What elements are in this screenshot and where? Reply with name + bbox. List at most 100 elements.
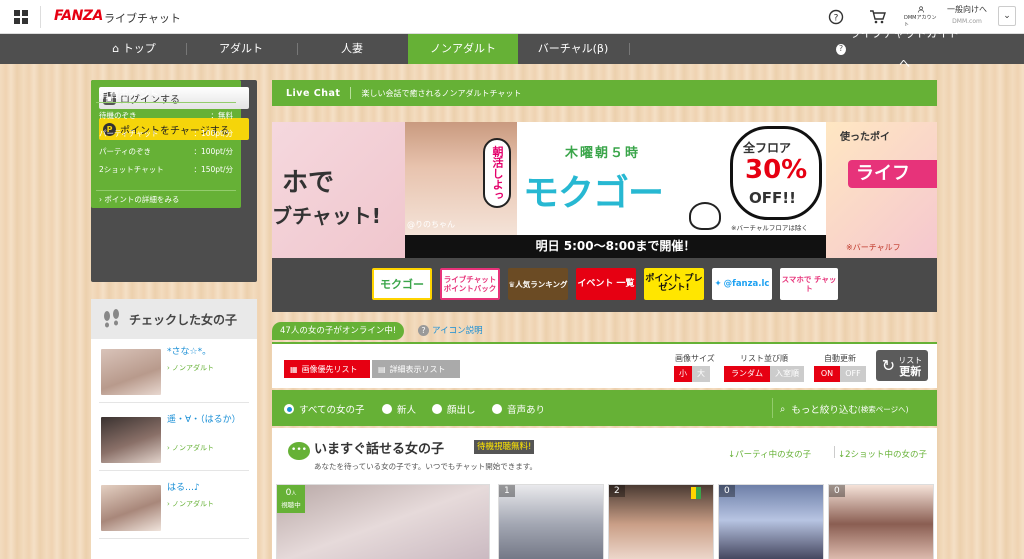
jump-twoshot-link[interactable]: ↓2ショット中の女の子 bbox=[838, 448, 927, 460]
svg-text:?: ? bbox=[834, 14, 839, 24]
grid-menu-icon[interactable] bbox=[14, 10, 28, 24]
list-icon: ▤ bbox=[378, 364, 386, 374]
shortcut-twitter[interactable]: ✦ @fanza.lc bbox=[712, 268, 772, 300]
search-icon: ⌕ bbox=[780, 403, 786, 415]
nav-adult[interactable]: アダルト bbox=[186, 34, 296, 64]
refresh-icon: ↻ bbox=[881, 356, 896, 375]
question-icon: ? bbox=[836, 43, 847, 55]
girl-card[interactable]: 0 bbox=[828, 484, 934, 559]
girl-card[interactable]: 0 bbox=[718, 484, 824, 559]
sort-random[interactable]: ランダム bbox=[724, 366, 770, 382]
girl-category: › ノンアダルト bbox=[167, 364, 215, 372]
caret-right-icon: › bbox=[99, 195, 102, 204]
image-size-large[interactable]: 大 bbox=[692, 366, 710, 382]
banner-next[interactable]: 使ったポイ ライフ ※バーチャルフ bbox=[826, 122, 937, 258]
question-icon: ? bbox=[418, 324, 429, 336]
nav-top[interactable]: ⌂ トップ bbox=[96, 34, 172, 64]
girl-thumbnail bbox=[101, 485, 161, 531]
points-row: 待機のぞき ：無料 bbox=[99, 111, 233, 120]
auto-update-on[interactable]: ON bbox=[814, 366, 840, 382]
user-icon bbox=[917, 6, 925, 13]
checked-header: チェックした女の子 bbox=[91, 299, 257, 339]
live-chat-bar: Live Chat 楽しい会話で癒されるノンアダルトチャット bbox=[272, 80, 937, 106]
checked-item[interactable]: はる…♪ › ノンアダルト bbox=[99, 479, 249, 539]
help-icon[interactable]: ? bbox=[824, 6, 848, 28]
view-image-priority[interactable]: ▦ 画像優先リスト bbox=[284, 360, 370, 378]
nav-guide[interactable]: ? ライブチャットガイドへ bbox=[836, 27, 960, 70]
available-now-title: いますぐ話せる女の子 bbox=[314, 442, 445, 457]
icon-help-link[interactable]: ? アイコン説明 bbox=[418, 324, 483, 336]
grid-icon: ▦ bbox=[290, 364, 298, 374]
radio-icon bbox=[432, 404, 442, 414]
shortcut-pointback[interactable]: ライブチャット ポイントバック bbox=[440, 268, 500, 300]
points-detail-link[interactable]: › ポイントの詳細をみる bbox=[99, 194, 179, 205]
girl-thumbnail bbox=[101, 417, 161, 463]
free-view-tag: 待機視聴無料! bbox=[474, 440, 535, 454]
checked-item[interactable]: *さな☆*。 › ノンアダルト bbox=[99, 343, 249, 403]
available-now-section: ••• いますぐ話せる女の子 待機視聴無料! あなたを待っている女の子です。いつ… bbox=[272, 428, 937, 559]
points-row: パーティチャット ：100pt/分 bbox=[99, 129, 233, 138]
viewer-count: 2 bbox=[609, 485, 625, 497]
girl-card[interactable]: 2 bbox=[608, 484, 714, 559]
viewer-count: 0人 視聴中 bbox=[277, 485, 305, 513]
crown-icon: ♛ bbox=[508, 279, 516, 289]
chicken-illustration bbox=[689, 202, 721, 230]
twitter-icon: ✦ bbox=[714, 278, 722, 289]
shortcut-point-present[interactable]: ポイント プレゼント! bbox=[644, 268, 704, 300]
live-chat-subtitle: 楽しい会話で癒されるノンアダルトチャット bbox=[361, 88, 522, 98]
filter-all[interactable]: すべての女の子 bbox=[284, 402, 364, 416]
checked-girls-panel: チェックした女の子 *さな☆*。 › ノンアダルト 遥・∀・（はるか） › ノン… bbox=[91, 299, 257, 559]
filter-voice[interactable]: 音声あり bbox=[492, 402, 545, 416]
radio-checked-icon bbox=[284, 404, 294, 414]
girl-photo bbox=[277, 485, 489, 559]
girl-card[interactable]: 1 bbox=[498, 484, 604, 559]
checked-item[interactable]: 遥・∀・（はるか） › ノンアダルト bbox=[99, 411, 249, 471]
view-detail[interactable]: ▤ 詳細表示リスト bbox=[372, 360, 460, 378]
list-controls: ▦ 画像優先リスト ▤ 詳細表示リスト 画像サイズ 小 大 リスト並び順 ランダム … bbox=[272, 342, 937, 388]
chevron-down-icon[interactable]: ⌄ bbox=[998, 6, 1016, 26]
nav-nonadult[interactable]: ノンアダルト bbox=[408, 34, 518, 64]
online-count: 47人の女の子がオンライン中! bbox=[272, 322, 405, 340]
auto-update-label: 自動更新 bbox=[824, 354, 856, 363]
footprints-icon bbox=[104, 309, 119, 328]
nav-virtual[interactable]: バーチャル(β) bbox=[518, 34, 628, 64]
girl-thumbnail bbox=[101, 349, 161, 395]
viewer-count: 0 bbox=[829, 485, 845, 497]
product-name[interactable]: ライブチャット bbox=[104, 10, 181, 26]
brand-logo[interactable]: FANZA bbox=[54, 8, 103, 24]
shortcut-smartphone[interactable]: スマホで チャット bbox=[780, 268, 838, 300]
girl-category: › ノンアダルト bbox=[167, 500, 215, 508]
radio-icon bbox=[492, 404, 502, 414]
sort-label: リスト並び順 bbox=[740, 354, 788, 363]
girl-name: はる…♪ bbox=[167, 483, 200, 493]
radio-icon bbox=[382, 404, 392, 414]
sort-entry[interactable]: 入室順 bbox=[770, 366, 804, 382]
nav-married[interactable]: 人妻 bbox=[297, 34, 407, 64]
shortcut-ranking[interactable]: ♛ 人気ランキング bbox=[508, 268, 568, 300]
filter-face[interactable]: 顔出し bbox=[432, 402, 476, 416]
auto-update-off[interactable]: OFF bbox=[840, 366, 866, 382]
narrow-search-link[interactable]: ⌕ もっと絞り込む (検索ページへ) bbox=[780, 402, 909, 417]
shortcut-mokugo[interactable]: モクゴー bbox=[372, 268, 432, 300]
main-nav: ⌂ トップ アダルト 人妻 ノンアダルト バーチャル(β) ? ライブチャットガ… bbox=[0, 27, 1024, 70]
chat-bubble-icon: ••• bbox=[288, 442, 310, 460]
discount-bubble: 全フロア 30% OFF!! bbox=[730, 126, 822, 220]
girl-name: 遥・∀・（はるか） bbox=[167, 415, 241, 425]
refresh-list-button[interactable]: ↻ リスト 更新 bbox=[876, 350, 928, 381]
image-size-small[interactable]: 小 bbox=[674, 366, 692, 382]
home-icon: ⌂ bbox=[112, 42, 120, 55]
points-row: パーティのぞき ：100pt/分 bbox=[99, 147, 233, 156]
beginner-mark-icon bbox=[691, 487, 701, 499]
girl-name: *さな☆*。 bbox=[167, 347, 212, 357]
shortcut-events[interactable]: イベント 一覧 bbox=[576, 268, 636, 300]
girl-card[interactable]: 0人 視聴中 bbox=[276, 484, 490, 559]
filter-new[interactable]: 新人 bbox=[382, 402, 416, 416]
live-chat-title: Live Chat bbox=[286, 87, 341, 99]
audience-label: 一般向けへ bbox=[947, 5, 987, 14]
banner-prev[interactable]: ホで ブチャット! bbox=[272, 122, 405, 258]
filter-bar: すべての女の子 新人 顔出し 音声あり ⌕ もっと絞り込む (検索ページへ) bbox=[272, 390, 937, 426]
jump-party-link[interactable]: ↓パーティ中の女の子 bbox=[728, 448, 811, 460]
image-size-label: 画像サイズ bbox=[675, 354, 715, 363]
available-now-subtitle: あなたを待っている女の子です。いつでもチャット開始できます。 bbox=[314, 462, 538, 471]
viewer-count: 1 bbox=[499, 485, 515, 497]
